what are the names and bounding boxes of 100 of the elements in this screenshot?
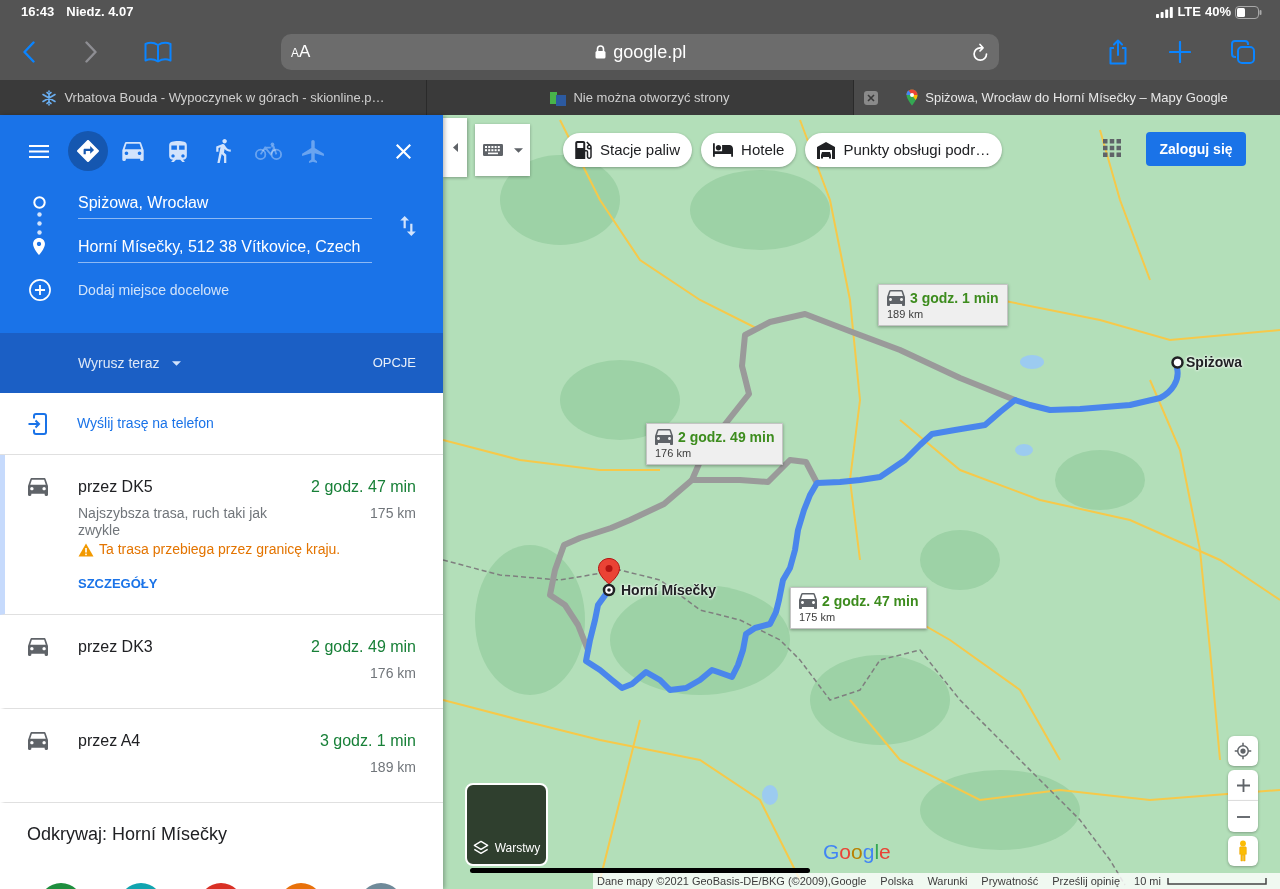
bicycle-icon: [254, 142, 282, 160]
category-chip[interactable]: Hotele: [701, 133, 797, 167]
address-text: google.pl: [613, 40, 687, 64]
origin-circle-icon: [32, 196, 46, 209]
swap-arrows-icon: [399, 215, 416, 236]
apps-button[interactable]: [1101, 137, 1123, 159]
share-icon: [1108, 39, 1128, 65]
route-duration: 2 godz. 49 min: [311, 637, 416, 657]
category-chip[interactable]: Punkty obsługi podr…: [805, 133, 1003, 167]
reload-icon: [971, 42, 989, 62]
warning-icon: [78, 542, 94, 557]
status-date: Niedz. 4.07: [66, 3, 134, 22]
battery-percentage: 40%: [1204, 3, 1231, 22]
destination-label: Horní Mísečky: [621, 581, 716, 599]
car-icon: [28, 638, 48, 656]
route-callout[interactable]: 3 godz. 1 min 189 km: [878, 284, 1008, 326]
travel-mode-tab[interactable]: [68, 131, 108, 171]
bed-icon: [713, 143, 734, 157]
crosshair-icon: [1234, 742, 1252, 760]
route-name: przez DK5: [78, 477, 153, 497]
route-line[interactable]: [583, 365, 1181, 693]
airplane-icon: [302, 139, 324, 163]
browser-tab[interactable]: Spiżowa, Wrocław do Horní Mísečky – Mapy Google: [853, 80, 1280, 115]
caret-down-icon: [171, 360, 181, 366]
destination-field[interactable]: Horní Mísečky, 512 38 Vítkovice, Czech: [78, 232, 372, 263]
layers-icon: [472, 840, 489, 856]
footer-link[interactable]: Warunki: [927, 874, 968, 888]
layers-button[interactable]: Warstwy: [465, 783, 548, 866]
chevron-right-icon: [85, 41, 97, 63]
directions-icon: [77, 140, 99, 162]
page-icon: [550, 89, 567, 106]
send-to-phone-icon: [28, 412, 47, 435]
route-distance: 176 km: [370, 665, 416, 682]
apps-grid-icon: [1103, 139, 1121, 157]
garage-icon: [817, 141, 836, 159]
lake: [762, 785, 778, 805]
route-duration: 3 godz. 1 min: [319, 731, 416, 751]
route-option[interactable]: przez A4 3 godz. 1 min 189 km: [0, 709, 443, 803]
footer-link[interactable]: Prywatność: [981, 874, 1039, 888]
route-callout[interactable]: 2 godz. 49 min 176 km: [646, 423, 784, 465]
add-destination-button[interactable]: Dodaj miejsce docelowe: [29, 279, 229, 301]
snowflake-icon: [41, 89, 58, 106]
route-name: przez A4: [78, 731, 141, 751]
route-name: przez DK3: [78, 637, 153, 657]
chevron-left-icon: [23, 41, 35, 63]
origin-marker-icon: [1171, 356, 1184, 369]
route-description: Najszybsza trasa, ruch taki jak zwykle: [78, 505, 269, 539]
route-option[interactable]: przez DK5 2 godz. 47 min Najszybsza trasa, ruch taki jak zwykle 175 km Ta trasa przebiega przez granicę kraju. SZCZEGÓŁY: [0, 455, 443, 615]
train-icon: [169, 140, 187, 162]
plus-icon: [1169, 41, 1191, 63]
car-icon: [28, 478, 48, 496]
close-icon: [867, 94, 875, 102]
vertical-dots-icon: [36, 212, 42, 235]
fuel-pump-icon: [575, 141, 592, 159]
category-chip[interactable]: Stacje paliw: [563, 133, 693, 167]
footer-link[interactable]: Prześlij opinię: [1052, 874, 1121, 888]
caret-left-icon: [452, 143, 458, 152]
network-type: LTE: [1177, 3, 1201, 22]
destination-marker-icon: [598, 558, 620, 597]
car-icon: [28, 732, 48, 750]
route-duration: 2 godz. 47 min: [311, 477, 416, 497]
reload-button[interactable]: [971, 42, 989, 62]
route-option[interactable]: przez DK3 2 godz. 49 min 176 km: [0, 615, 443, 709]
origin-field[interactable]: Spiżowa, Wrocław: [78, 188, 372, 219]
address-field[interactable]: AA google.pl: [281, 34, 999, 70]
lake: [1020, 355, 1044, 369]
close-tab-button[interactable]: [864, 91, 878, 105]
route-callout[interactable]: 2 godz. 47 min 175 km: [790, 587, 928, 629]
reader-button[interactable]: AA: [291, 39, 311, 65]
lake: [1015, 444, 1033, 456]
google-logo: Google: [823, 840, 891, 864]
footer-link[interactable]: Polska: [880, 874, 914, 888]
map-pin-icon: [906, 89, 919, 106]
add-circle-icon: [29, 279, 51, 301]
zoom-out-button[interactable]: [1228, 801, 1258, 832]
status-time: 16:43: [21, 3, 55, 22]
lock-icon: [595, 45, 607, 59]
scale-label: 10 mi: [1134, 874, 1161, 888]
my-location-button[interactable]: [1228, 736, 1258, 766]
callout-duration: 3 godz. 1 min: [910, 289, 999, 307]
signal-icon: [1156, 6, 1174, 18]
explore-heading: Odkrywaj: Horní Mísečky: [27, 823, 229, 845]
callout-duration: 2 godz. 47 min: [822, 592, 919, 610]
zoom-in-button[interactable]: [1228, 770, 1258, 801]
options-button[interactable]: OPCJE: [372, 353, 416, 373]
callout-distance: 189 km: [887, 307, 925, 321]
depart-time-dropdown[interactable]: Wyrusz teraz: [78, 352, 181, 374]
input-tools-button[interactable]: [475, 124, 530, 176]
plus-icon: [1236, 778, 1250, 792]
send-to-phone-link[interactable]: Wyślij trasę na telefon: [77, 413, 214, 434]
walking-person-icon: [215, 139, 231, 163]
details-button[interactable]: SZCZEGÓŁY: [78, 576, 158, 592]
callout-distance: 176 km: [655, 446, 693, 460]
battery-icon: [1235, 5, 1262, 19]
menu-icon: [29, 144, 49, 158]
tabs-icon: [1231, 40, 1255, 64]
location-pin-icon: [33, 238, 45, 255]
route-warning: Ta trasa przebiega przez granicę kraju.: [99, 541, 341, 558]
sign-in-button[interactable]: Zaloguj się: [1146, 132, 1246, 166]
car-icon: [655, 429, 673, 445]
